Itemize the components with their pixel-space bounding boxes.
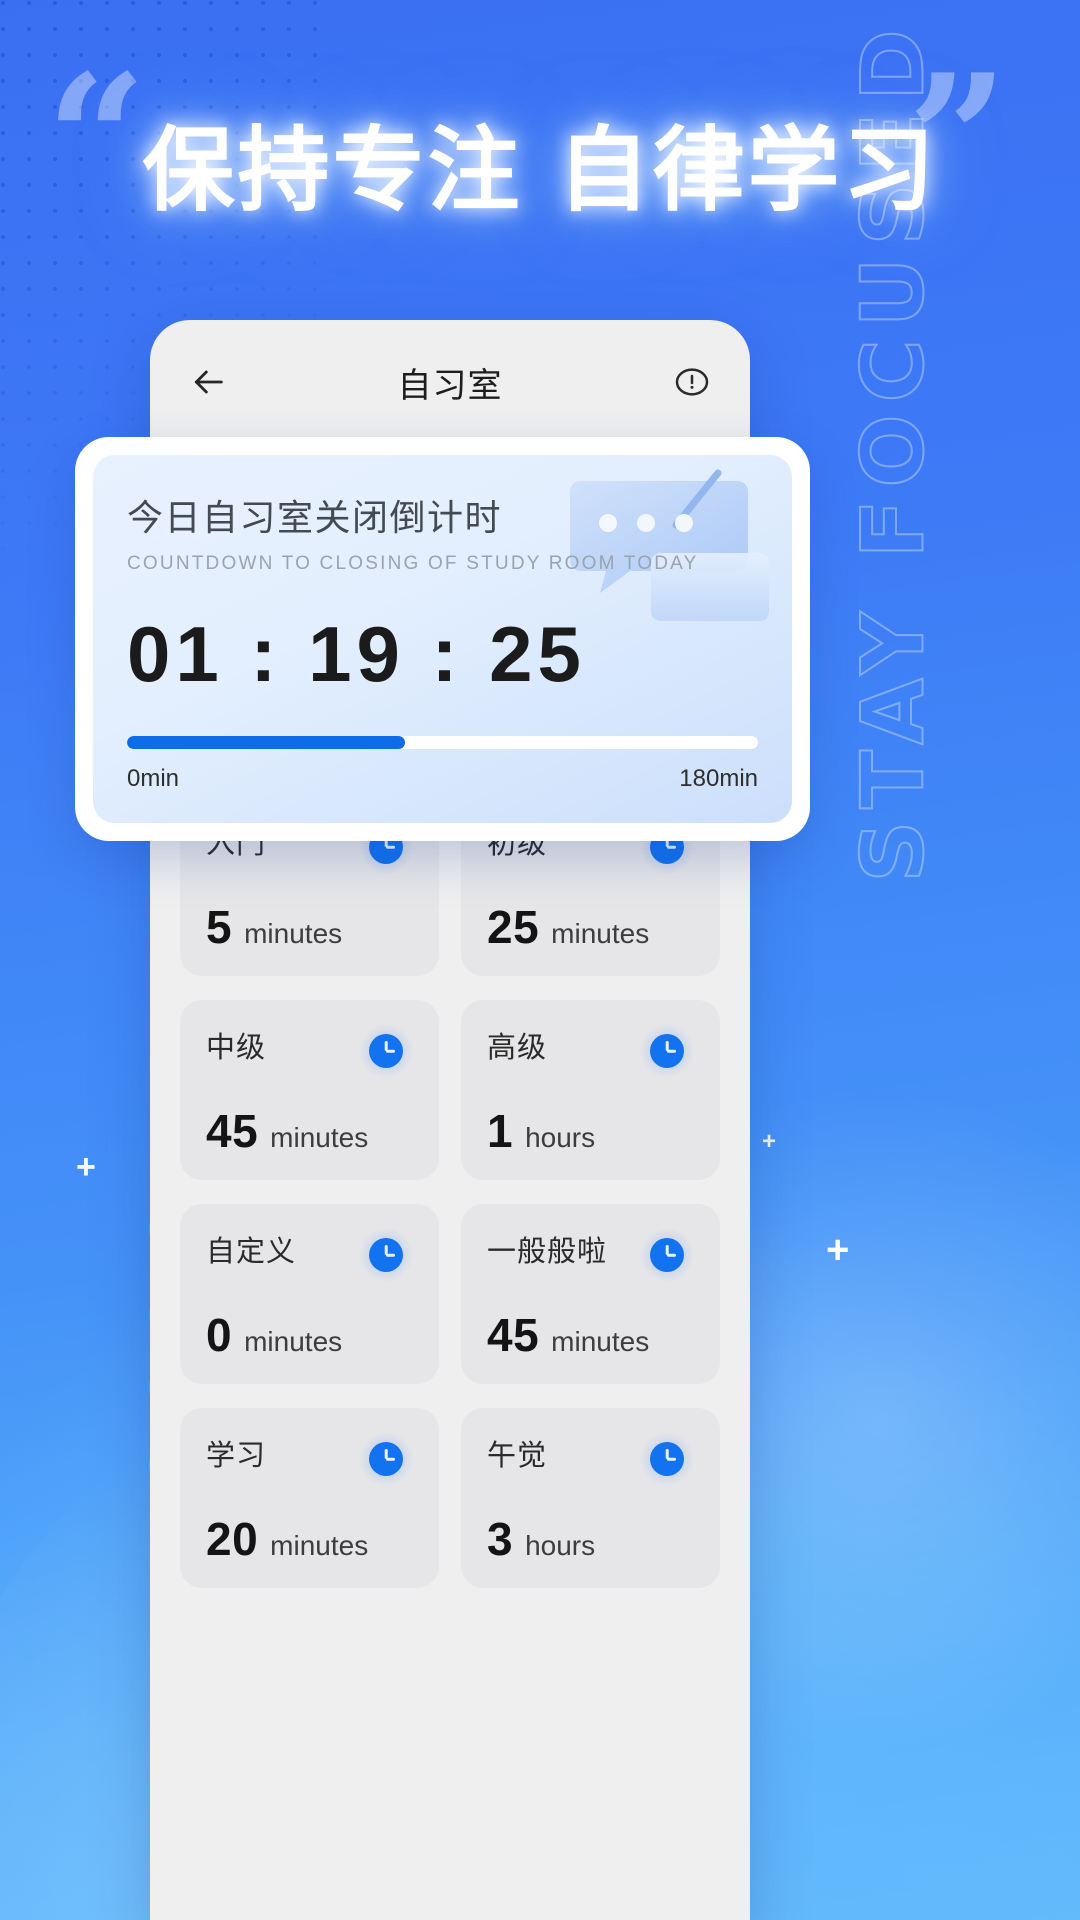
clock-icon: [640, 1024, 694, 1078]
tile-value: 25 minutes: [487, 900, 694, 954]
sparkle-icon: +: [76, 1148, 96, 1186]
tile-number: 25: [487, 901, 540, 953]
tile-unit: minutes: [270, 1122, 369, 1153]
tile-unit: minutes: [270, 1530, 369, 1561]
tile-number: 3: [487, 1513, 514, 1565]
tile-label: 学习: [206, 1440, 267, 1472]
sparkle-icon: +: [762, 1128, 777, 1155]
tile-value: 5 minutes: [206, 900, 413, 954]
duration-tile-grid: 入门 5 minutes 初级 25 minutes 中级 45 minutes…: [150, 796, 750, 1614]
tile-number: 45: [206, 1105, 259, 1157]
countdown-title: 今日自习室关闭倒计时: [127, 497, 503, 538]
tile-number: 1: [487, 1105, 514, 1157]
tile-header: 学习: [206, 1432, 413, 1486]
tile-header: 高级: [487, 1024, 694, 1078]
clock-icon-face: [369, 1442, 403, 1476]
tile-unit: minutes: [244, 918, 343, 949]
tile-unit: minutes: [551, 918, 650, 949]
tile-unit: hours: [525, 1530, 596, 1561]
duration-tile[interactable]: 午觉 3 hours: [461, 1408, 720, 1588]
tile-header: 自定义: [206, 1228, 413, 1282]
countdown-progress-labels: 0min 180min: [127, 765, 758, 793]
clock-icon: [359, 1024, 413, 1078]
countdown-card: 今日自习室关闭倒计时 COUNTDOWN TO CLOSING OF STUDY…: [75, 437, 810, 841]
duration-tile[interactable]: 高级 1 hours: [461, 1000, 720, 1180]
back-button[interactable]: [184, 358, 232, 406]
countdown-progress-fill: [127, 736, 405, 749]
tile-unit: hours: [525, 1122, 596, 1153]
clock-icon: [359, 1432, 413, 1486]
clock-icon-face: [369, 1034, 403, 1068]
tile-unit: minutes: [244, 1326, 343, 1357]
page-title: 自习室: [397, 366, 503, 405]
tile-label: 高级: [487, 1032, 548, 1064]
clock-icon-face: [650, 1442, 684, 1476]
duration-tile[interactable]: 中级 45 minutes: [180, 1000, 439, 1180]
countdown-subtitle: COUNTDOWN TO CLOSING OF STUDY ROOM TODAY: [127, 553, 699, 574]
tile-label: 中级: [206, 1032, 267, 1064]
app-navbar: 自习室: [150, 320, 750, 444]
countdown-progress-track[interactable]: [127, 736, 758, 749]
tile-number: 0: [206, 1309, 233, 1361]
tile-number: 45: [487, 1309, 540, 1361]
info-button[interactable]: [668, 358, 716, 406]
tile-number: 5: [206, 901, 233, 953]
tile-header: 一般般啦: [487, 1228, 694, 1282]
tile-header: 午觉: [487, 1432, 694, 1486]
tile-value: 45 minutes: [206, 1104, 413, 1158]
tile-value: 0 minutes: [206, 1308, 413, 1362]
tile-header: 中级: [206, 1024, 413, 1078]
clock-icon: [640, 1432, 694, 1486]
clock-icon: [640, 1228, 694, 1282]
tile-unit: minutes: [551, 1326, 650, 1357]
countdown-card-inner: 今日自习室关闭倒计时 COUNTDOWN TO CLOSING OF STUDY…: [93, 455, 792, 823]
clock-icon-face: [650, 1238, 684, 1272]
poster-headline: 保持专注 自律学习: [142, 117, 938, 224]
duration-tile[interactable]: 一般般啦 45 minutes: [461, 1204, 720, 1384]
tile-value: 20 minutes: [206, 1512, 413, 1566]
poster-background: “ ” 保持专注 自律学习 STAY FOCUSED STAY FOCUSED …: [0, 0, 1080, 1920]
tile-label: 自定义: [206, 1236, 297, 1268]
duration-tile[interactable]: 学习 20 minutes: [180, 1408, 439, 1588]
tile-value: 3 hours: [487, 1512, 694, 1566]
info-circle-icon: [675, 368, 709, 396]
tile-number: 20: [206, 1513, 259, 1565]
arrow-left-icon: [194, 370, 223, 394]
tile-label: 午觉: [487, 1440, 548, 1472]
duration-tile[interactable]: 自定义 0 minutes: [180, 1204, 439, 1384]
clock-icon-face: [369, 1238, 403, 1272]
sparkle-icon: +: [826, 1228, 850, 1272]
clock-icon-face: [650, 1034, 684, 1068]
tile-value: 45 minutes: [487, 1308, 694, 1362]
tile-label: 一般般啦: [487, 1236, 608, 1268]
progress-max-label: 180min: [679, 765, 758, 792]
progress-min-label: 0min: [127, 765, 180, 792]
clock-icon: [359, 1228, 413, 1282]
countdown-timer: 01 : 19 : 25: [127, 610, 586, 698]
tile-value: 1 hours: [487, 1104, 694, 1158]
